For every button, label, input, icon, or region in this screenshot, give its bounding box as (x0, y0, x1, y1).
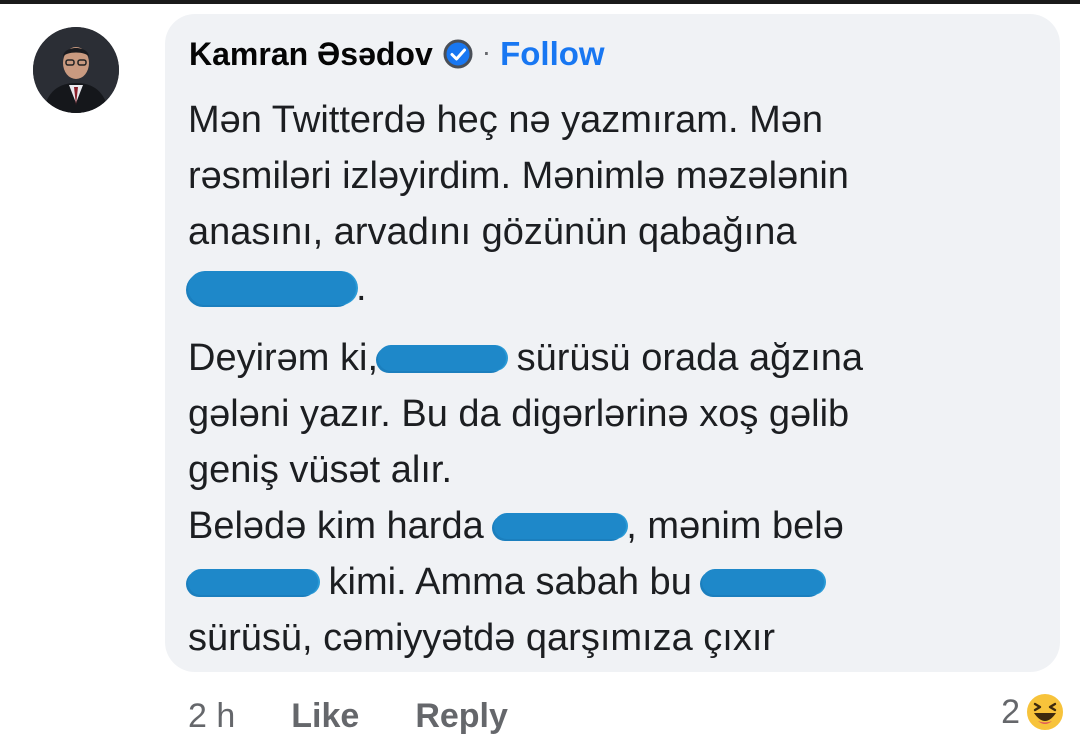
comment-timestamp[interactable]: 2 h (188, 697, 235, 736)
like-button[interactable]: Like (291, 697, 359, 736)
comment-text: kimi. Amma sabah bu (318, 561, 703, 603)
comment-line: Deyirəm ki, sürüsü orada ağzına (188, 330, 1038, 386)
comment-line: gələni yazır. Bu da digərlərinə xoş gəli… (188, 393, 850, 435)
redaction-scribble (188, 568, 318, 595)
comment-body: Mən Twitterdə heç nə yazmıram. Mən rəsmi… (188, 92, 1038, 666)
comment-line: kimi. Amma sabah bu (188, 554, 1038, 610)
haha-emoji-icon (1025, 692, 1065, 732)
reaction-count: 2 (1001, 692, 1020, 731)
author-name[interactable]: Kamran Əsədov (189, 36, 433, 73)
avatar[interactable] (33, 27, 119, 113)
comment-text: Deyirəm ki, (188, 337, 379, 379)
verified-badge-icon (443, 39, 473, 69)
follow-button[interactable]: Follow (500, 35, 604, 73)
comment-line: rəsmiləri izləyirdim. Mənimlə məzələnin (188, 155, 849, 197)
redaction-scribble (188, 270, 356, 305)
profile-photo-icon (33, 27, 119, 113)
reaction-summary[interactable]: 2 (1001, 691, 1066, 733)
redaction-scribble (702, 568, 825, 595)
comment-actions: 2 h Like Reply (188, 697, 508, 736)
comment-text: . (356, 267, 367, 309)
redaction-scribble (494, 512, 627, 539)
reply-button[interactable]: Reply (415, 697, 508, 736)
comment-line: . (188, 260, 1038, 316)
comment-line: geniş vüsət alır. (188, 449, 453, 491)
redaction-scribble (378, 344, 507, 371)
comment-line: anasını, arvadını gözünün qabağına (188, 211, 797, 253)
separator-dot: · (481, 36, 492, 67)
comment-line: Mən Twitterdə heç nə yazmıram. Mən (188, 99, 823, 141)
comment-text: , mənim belə (626, 505, 844, 547)
comment-line: sürüsü, cəmiyyətdə qarşımıza çıxır (188, 617, 776, 659)
comment-header: Kamran Əsədov · Follow (189, 32, 605, 76)
comment-line: Belədə kim harda , mənim belə (188, 498, 1038, 554)
comment-text: Belədə kim harda (188, 505, 495, 547)
comment-text: sürüsü orada ağzına (506, 337, 864, 379)
top-divider (0, 0, 1080, 4)
